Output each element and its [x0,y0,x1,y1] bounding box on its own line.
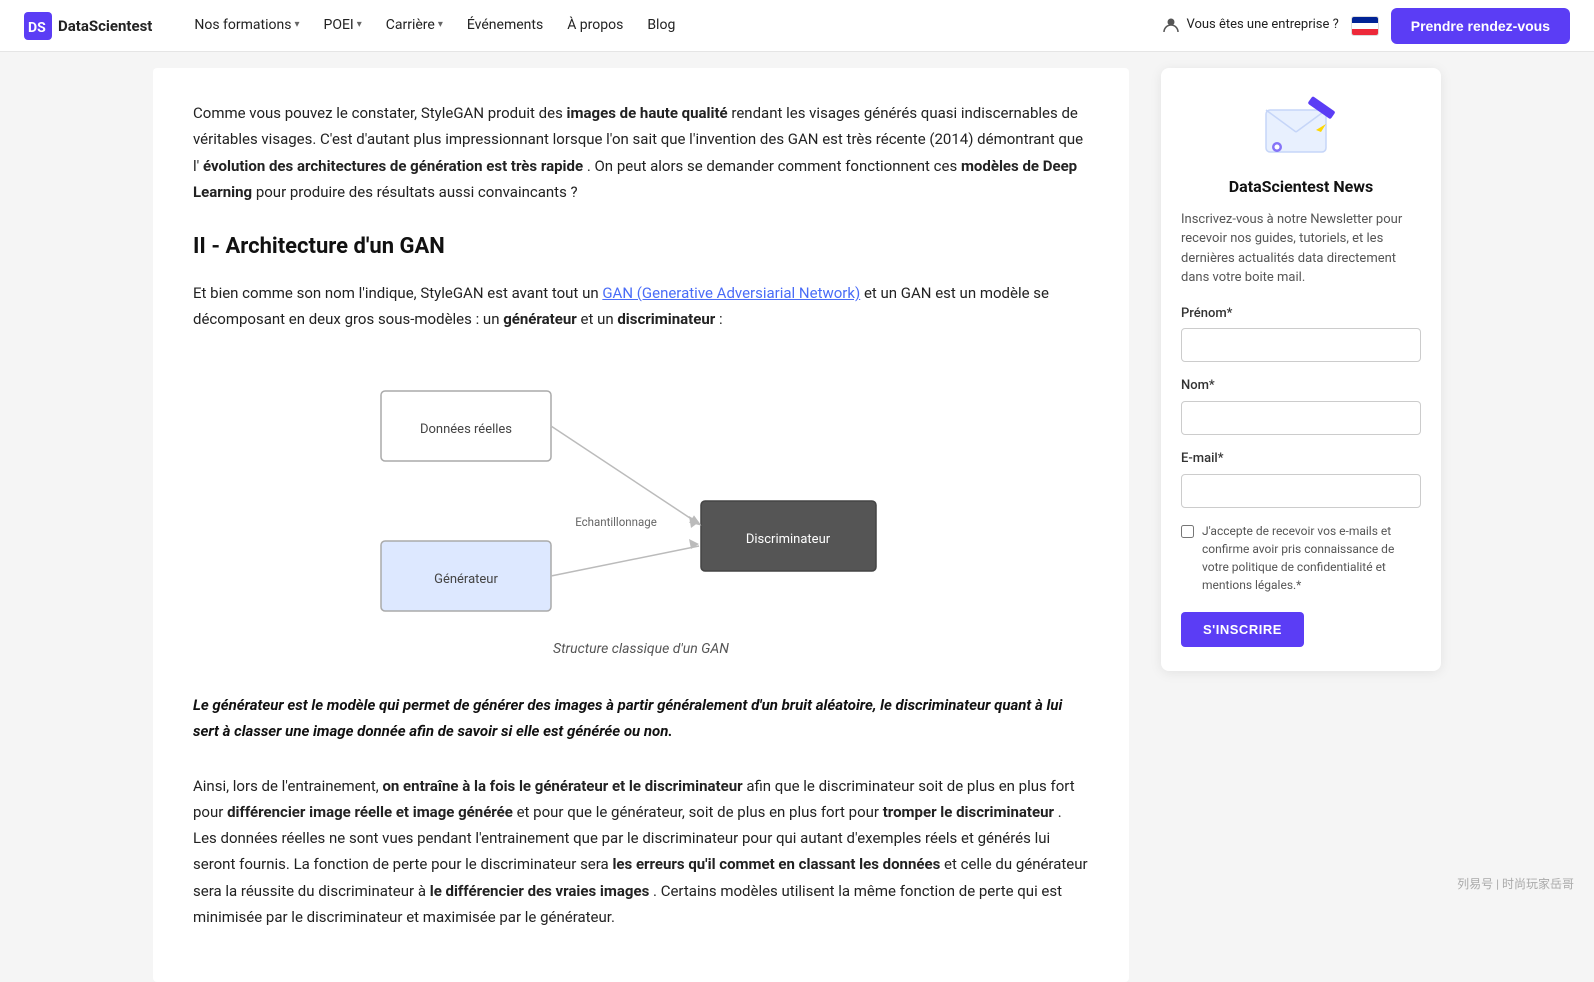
highlight-text: Le générateur est le modèle qui permet d… [193,692,1089,745]
newsletter-description: Inscrivez-vous à notre Newsletter pour r… [1181,210,1421,288]
nav-item-apropos[interactable]: À propos [557,8,633,42]
email-group: E-mail* [1181,449,1421,508]
nom-group: Nom* [1181,376,1421,435]
section-heading: II - Architecture d'un GAN [193,229,1089,264]
consent-checkbox[interactable] [1181,525,1194,538]
person-icon [1162,16,1180,34]
body-bold-5: le différencier des vraies images [430,882,650,900]
cta-button[interactable]: Prendre rendez-vous [1391,8,1570,44]
body-paragraph: Ainsi, lors de l'entrainement, on entraî… [193,773,1089,931]
enterprise-link[interactable]: Vous êtes une entreprise ? [1162,15,1338,36]
diagram-container: Données réelles Générateur Discriminateu… [193,361,1089,660]
navbar: DS DataScientest Nos formations ▾ POEI ▾… [0,0,1594,52]
section-intro-paragraph: Et bien comme son nom l'indique, StyleGA… [193,280,1089,333]
flag-red [1352,29,1378,35]
section-intro-text-1: Et bien comme son nom l'indique, StyleGA… [193,284,602,302]
diagram-svg-wrapper: Données réelles Générateur Discriminateu… [361,361,921,628]
watermark: 列易号 | 时尚玩家岳哥 [1457,875,1574,894]
enterprise-label: Vous êtes une entreprise ? [1186,15,1338,36]
section-intro-text-4: : [719,310,723,328]
section-bold-generateur: générateur [503,310,577,328]
checkbox-label: J'accepte de recevoir vos e-mails et con… [1202,522,1421,594]
main-content: Comme vous pouvez le constater, StyleGAN… [153,68,1129,982]
nav-poei-label: POEI [324,14,354,36]
body-bold-1: on entraîne à la fois le générateur et l… [382,777,742,795]
intro-paragraph: Comme vous pouvez le constater, StyleGAN… [193,100,1089,205]
nav-evenements-label: Événements [467,14,543,36]
nav-apropos-label: À propos [567,14,623,36]
nav-item-poei[interactable]: POEI ▾ [314,8,372,42]
highlight-block: Le générateur est le modèle qui permet d… [193,688,1089,749]
sidebar: DataScientest News Inscrivez-vous à notr… [1161,52,1441,671]
nav-blog-label: Blog [647,14,675,36]
navbar-nav: Nos formations ▾ POEI ▾ Carrière ▾ Événe… [184,8,1162,42]
diagram-caption: Structure classique d'un GAN [553,638,729,660]
prenom-group: Prénom* [1181,304,1421,363]
prenom-label: Prénom* [1181,304,1421,325]
nav-item-blog[interactable]: Blog [637,8,685,42]
newsletter-icon [1261,92,1341,162]
chevron-down-icon: ▾ [294,17,299,33]
svg-text:Discriminateur: Discriminateur [746,532,831,547]
page-wrapper: Comme vous pouvez le constater, StyleGAN… [137,52,1457,982]
svg-text:DS: DS [28,20,46,36]
chevron-down-icon: ▾ [438,17,443,33]
section-bold-discriminateur: discriminateur [617,310,715,328]
intro-bold-1: images de haute qualité [567,104,728,122]
checkbox-group: J'accepte de recevoir vos e-mails et con… [1181,522,1421,594]
body-text-3: et pour que le générateur, soit de plus … [517,803,883,821]
logo-link[interactable]: DS DataScientest [24,12,152,40]
section-intro-text-3: et un [580,310,617,328]
intro-text-3: . On peut alors se demander comment fonc… [587,157,961,175]
nav-carriere-label: Carrière [386,14,435,36]
prenom-input[interactable] [1181,328,1421,362]
chevron-down-icon: ▾ [357,17,362,33]
subscribe-button[interactable]: S'INSCRIRE [1181,612,1304,647]
newsletter-title: DataScientest News [1181,174,1421,200]
gan-diagram: Données réelles Générateur Discriminateu… [361,361,921,621]
email-input[interactable] [1181,474,1421,508]
body-bold-4: les erreurs qu'il commet en classant les… [612,855,940,873]
body-bold-3: tromper le discriminateur [883,803,1054,821]
svg-text:Générateur: Générateur [434,572,498,587]
gan-link[interactable]: GAN (Generative Adversiarial Network) [602,284,860,302]
navbar-right: Vous êtes une entreprise ? Prendre rende… [1162,8,1570,44]
nav-item-formations[interactable]: Nos formations ▾ [184,8,309,42]
nom-input[interactable] [1181,401,1421,435]
nom-label: Nom* [1181,376,1421,397]
svg-text:Echantillonnage: Echantillonnage [575,515,657,529]
intro-text-1: Comme vous pouvez le constater, StyleGAN… [193,104,567,122]
body-bold-2: différencier image réelle et image génér… [227,803,513,821]
nav-item-carriere[interactable]: Carrière ▾ [376,8,453,42]
logo-text: DataScientest [58,14,152,38]
nav-formations-label: Nos formations [194,14,291,36]
svg-text:Données réelles: Données réelles [420,422,512,437]
nav-item-evenements[interactable]: Événements [457,8,553,42]
intro-text-4: pour produire des résultats aussi convai… [256,183,578,201]
newsletter-icon-area [1181,92,1421,162]
intro-bold-2: évolution des architectures de génératio… [203,157,583,175]
body-text-1: Ainsi, lors de l'entrainement, [193,777,382,795]
newsletter-card: DataScientest News Inscrivez-vous à notr… [1161,68,1441,671]
logo-icon: DS [24,12,52,40]
email-label: E-mail* [1181,449,1421,470]
french-flag[interactable] [1351,16,1379,36]
